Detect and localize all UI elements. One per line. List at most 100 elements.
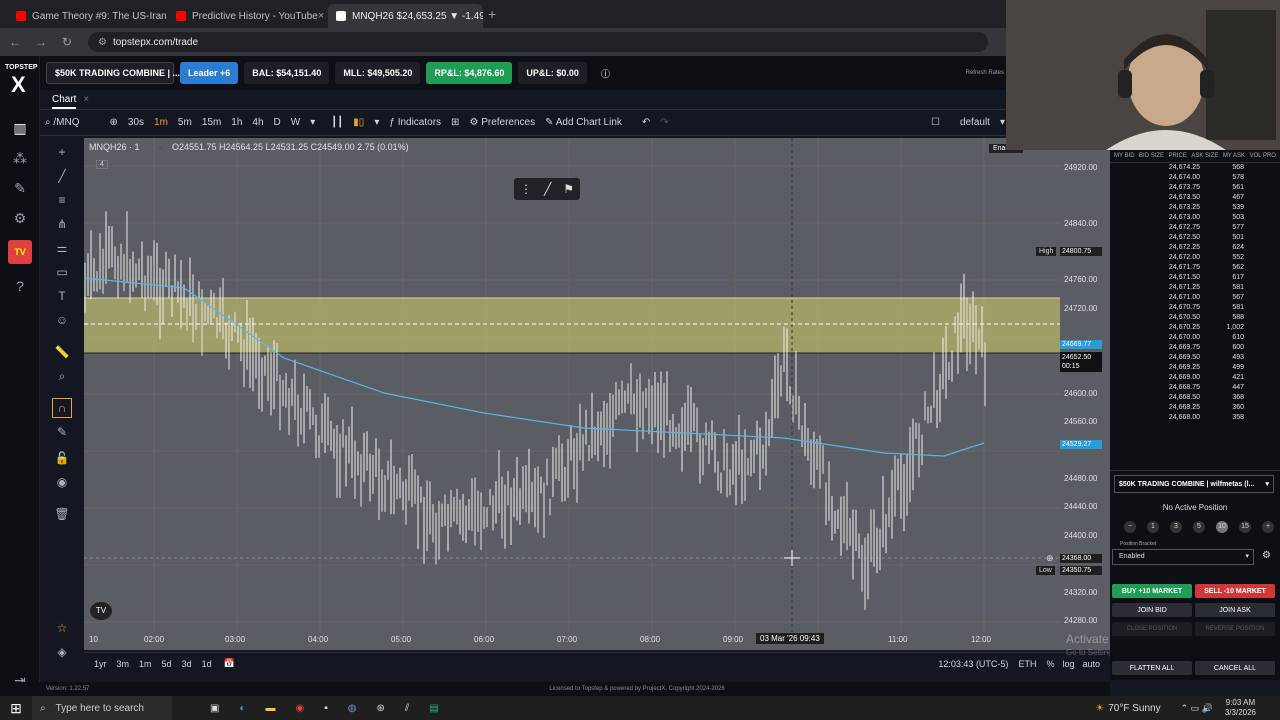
site-info-icon[interactable]: ⚙ (98, 37, 107, 48)
dom-row[interactable]: 24,674.00 578 (1110, 173, 1280, 183)
preferences-button[interactable]: ⚙ Preferences (464, 117, 540, 128)
refresh-rates-text[interactable]: Refresh Rates (966, 70, 1004, 76)
interval-5m[interactable]: 5m (173, 117, 197, 128)
browser-tab-3[interactable]: MNQH26 $24,653.25 ▼ -1.49% × (328, 4, 483, 28)
range-3d[interactable]: 3d (182, 659, 192, 669)
horizontal-lines-icon[interactable]: ≡ (52, 190, 72, 210)
indicators-button[interactable]: ƒ Indicators (384, 117, 446, 128)
help-icon[interactable]: ? (8, 274, 32, 298)
price-chart[interactable]: MNQH26 · 1 ● O24551.75 H24564.25 L24531.… (83, 138, 1060, 650)
task-view-icon[interactable]: ▣ (210, 703, 219, 714)
range-1yr[interactable]: 1yr (94, 659, 107, 669)
fork-icon[interactable]: ⋔ (52, 214, 72, 234)
browser-tab-1[interactable]: Game Theory #9: The US-Iran W × (8, 4, 168, 28)
qty-15[interactable]: 15 (1239, 521, 1251, 533)
templates-icon[interactable]: ⊞ (446, 117, 464, 128)
dom-row[interactable]: 24,671.25 581 (1110, 283, 1280, 293)
fib-icon[interactable]: ⚌ (52, 238, 72, 258)
magnet-icon[interactable]: ∩ (52, 398, 72, 418)
add-symbol-icon[interactable]: ⊕ (105, 117, 123, 128)
tools-icon[interactable]: ✎ (8, 176, 32, 200)
bracket-select[interactable]: Enabled ▾ (1112, 549, 1254, 565)
settings-icon[interactable]: ⚙ (8, 206, 32, 230)
close-icon[interactable]: × (83, 94, 89, 105)
chart-icon[interactable]: ▥ (8, 116, 32, 140)
dom-row[interactable]: 24,673.50 467 (1110, 193, 1280, 203)
dom-row[interactable]: 24,671.75 562 (1110, 263, 1280, 273)
discord-icon[interactable]: ◍ (348, 703, 357, 714)
interval-30s[interactable]: 30s (123, 117, 149, 128)
dom-row[interactable]: 24,670.50 588 (1110, 313, 1280, 323)
dom-row[interactable]: 24,669.00 421 (1110, 373, 1280, 383)
eye-icon[interactable]: ◉ (52, 472, 72, 492)
range-1m[interactable]: 1m (139, 659, 152, 669)
layout-name[interactable]: default (955, 117, 995, 128)
app-icon[interactable]: ⫽ (405, 703, 409, 714)
join-bid-button[interactable]: JOIN BID (1112, 603, 1192, 617)
zoom-icon[interactable]: ⌕ (52, 366, 72, 386)
pencil-icon[interactable]: ✎ (52, 422, 72, 442)
depth-of-market[interactable]: MY BID BID SIZE PRICE ASK SIZE MY ASK VO… (1110, 150, 1280, 470)
percent-toggle[interactable]: % (1046, 659, 1054, 669)
explorer-icon[interactable]: ▬ (266, 703, 276, 714)
sell-market-button[interactable]: SELL -10 MARKET (1195, 584, 1275, 598)
dom-row[interactable]: 24,668.50 368 (1110, 393, 1280, 403)
dom-row[interactable]: 24,671.50 617 (1110, 273, 1280, 283)
dom-row[interactable]: 24,672.00 552 (1110, 253, 1280, 263)
new-tab-icon[interactable]: + (488, 6, 496, 22)
price-axis[interactable]: 24920.0024840.0024760.0024720.0024640.00… (1036, 138, 1110, 650)
dom-row[interactable]: 24,673.25 539 (1110, 203, 1280, 213)
time-axis[interactable]: 10 02:00 03:00 04:00 05:00 06:00 07:00 0… (84, 632, 1060, 648)
close-position-button[interactable]: CLOSE POSITION (1112, 622, 1192, 636)
taskbar-search[interactable]: ⌕ Type here to search (32, 696, 172, 720)
back-icon[interactable]: ← (4, 35, 26, 49)
chevron-down-icon[interactable]: ▾ (305, 117, 320, 128)
range-5d[interactable]: 5d (162, 659, 172, 669)
info-icon[interactable]: ⓘ (593, 62, 618, 84)
terminal-icon[interactable]: ▪ (324, 703, 328, 714)
chrome-icon[interactable]: ◉ (296, 703, 305, 714)
qty-5[interactable]: 5 (1193, 521, 1205, 533)
account-select[interactable]: $50K TRADING COMBINE | ...▾ (46, 62, 185, 84)
qty-1[interactable]: 1 (1147, 521, 1159, 533)
trash-icon[interactable]: 🗑 (52, 504, 72, 524)
dom-row[interactable]: 24,670.75 581 (1110, 303, 1280, 313)
symbol-search[interactable]: ⌕ /MNQ (40, 117, 85, 128)
auto-toggle[interactable]: auto (1082, 659, 1100, 669)
dom-row[interactable]: 24,669.25 499 (1110, 363, 1280, 373)
add-chart-link-button[interactable]: ✎ Add Chart Link (540, 117, 627, 128)
layers-icon[interactable]: ◈ (52, 642, 72, 662)
candles-icon[interactable]: ▮▯ (348, 117, 369, 128)
tray-icons[interactable]: ⌃ ▭ 🔊 (1181, 703, 1213, 714)
cancel-all-button[interactable]: CANCEL ALL (1195, 661, 1275, 675)
session-toggle[interactable]: ETH (1018, 659, 1036, 669)
close-tab-icon[interactable]: × (318, 10, 324, 22)
legend-count[interactable]: 4 (96, 160, 108, 169)
interval-w[interactable]: W (286, 117, 305, 128)
interval-4h[interactable]: 4h (247, 117, 268, 128)
steam-icon[interactable]: ⊛ (377, 703, 385, 714)
qty-plus-icon[interactable]: + (1262, 521, 1274, 533)
log-toggle[interactable]: log (1062, 659, 1074, 669)
dom-row[interactable]: 24,670.00 610 (1110, 333, 1280, 343)
add-alert-icon[interactable]: ⊕ (1046, 553, 1054, 564)
crosshair-icon[interactable]: + (52, 142, 72, 162)
edge-icon[interactable]: ◐ (239, 703, 245, 714)
chevron-down-icon[interactable]: ▾ (369, 117, 384, 128)
ruler-icon[interactable]: 📏 (52, 342, 72, 362)
interval-1m[interactable]: 1m (149, 117, 173, 128)
interval-d[interactable]: D (269, 117, 286, 128)
dom-row[interactable]: 24,668.00 358 (1110, 413, 1280, 423)
dom-row[interactable]: 24,671.00 567 (1110, 293, 1280, 303)
tradingview-logo-icon[interactable]: TV (90, 602, 112, 620)
tab-chart[interactable]: Chart (52, 94, 77, 109)
text-icon[interactable]: T (52, 286, 72, 306)
rectangle-icon[interactable]: ▭ (52, 262, 72, 282)
dom-row[interactable]: 24,669.75 600 (1110, 343, 1280, 353)
gear-icon[interactable]: ⚙ (1262, 550, 1271, 561)
buy-market-button[interactable]: BUY +10 MARKET (1112, 584, 1192, 598)
dom-row[interactable]: 24,674.25 568 (1110, 163, 1280, 173)
interval-15m[interactable]: 15m (197, 117, 226, 128)
dom-row[interactable]: 24,670.25 1,002 (1110, 323, 1280, 333)
dom-row[interactable]: 24,672.25 624 (1110, 243, 1280, 253)
